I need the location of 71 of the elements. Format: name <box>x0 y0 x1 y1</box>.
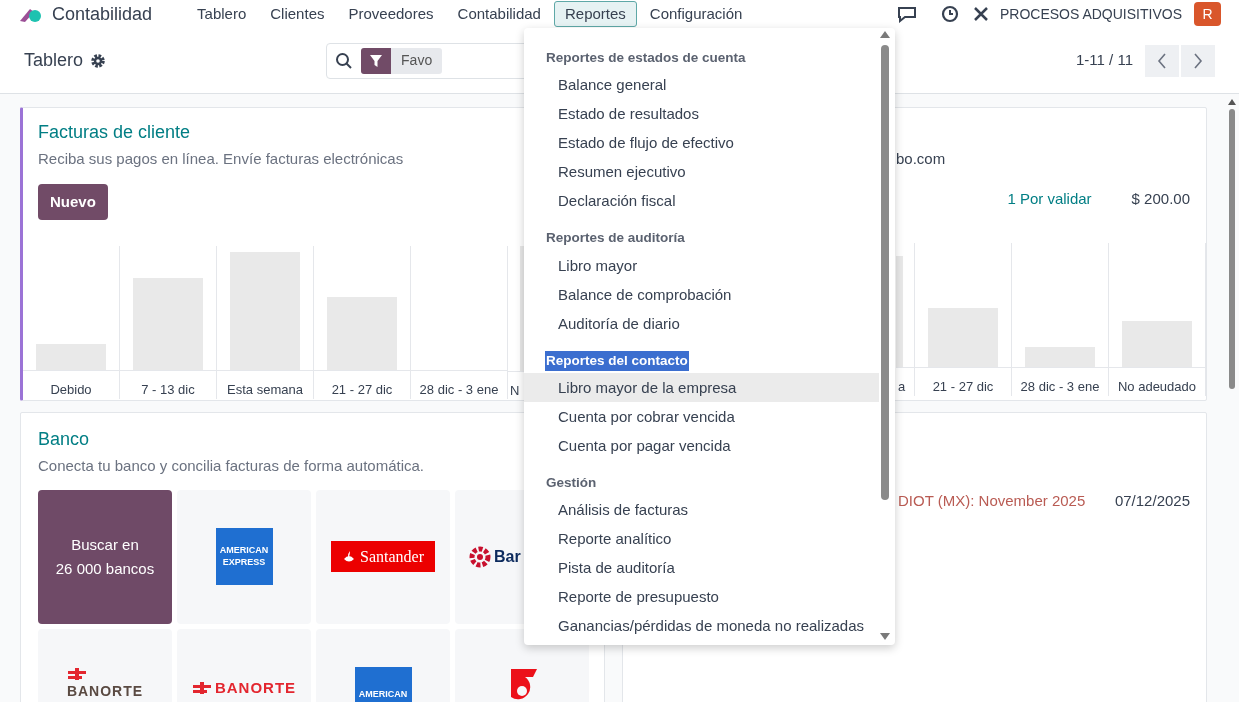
menu-item[interactable]: Libro mayor <box>524 250 879 280</box>
bank-tile[interactable]: AMERICAN <box>316 628 450 702</box>
menu-item[interactable]: Estado de flujo de efectivo <box>524 128 879 158</box>
user-avatar[interactable]: R <box>1194 2 1221 26</box>
menu-section-header: Gestión <box>545 473 598 492</box>
bank-tile[interactable]: BANORTE <box>177 628 311 702</box>
pager-value: 1-11 / 11 <box>1076 50 1133 71</box>
menu-item[interactable]: Estado de resultados <box>524 99 879 129</box>
card-text: bo.com <box>896 150 946 167</box>
bank-tile[interactable]: BANORTE <box>38 628 172 702</box>
chart-label: N <box>509 382 521 400</box>
company-name[interactable]: PROCESOS ADQUISITIVOS <box>999 3 1182 25</box>
new-button[interactable]: Nuevo <box>38 183 108 220</box>
menu-item[interactable]: Cuenta por pagar vencida <box>524 430 879 460</box>
menu-item[interactable]: Tablero <box>186 0 258 28</box>
search-facet[interactable]: Favo <box>361 47 443 74</box>
menu-item[interactable]: Clientes <box>259 0 336 28</box>
filter-icon <box>369 53 384 68</box>
bank-logo: BANORTE <box>191 676 297 699</box>
menu-item[interactable]: Configuración <box>638 0 754 28</box>
tile-text: Buscar en <box>71 535 139 556</box>
search-icon <box>335 51 354 70</box>
bank-logo: AMERICAN EXPRESS <box>215 528 273 585</box>
menu-section-header: Reportes del contacto <box>545 350 689 371</box>
chart-label: Esta semana <box>226 380 304 399</box>
card-subtitle: Reciba sus pagos en línea. Envíe facturas electrónicas <box>38 149 404 169</box>
clock-icon[interactable] <box>939 5 960 23</box>
menu-item[interactable]: Reportes <box>553 0 637 28</box>
bank-logo: Bar <box>469 544 521 569</box>
flower-icon <box>469 545 491 568</box>
card-title[interactable]: Banco <box>38 426 90 453</box>
menu-item[interactable]: Balance de comprobación <box>524 279 879 309</box>
chart-label: 7 - 13 dic <box>140 380 196 399</box>
chart-label: a <box>897 377 907 396</box>
previous-button[interactable] <box>1145 44 1179 77</box>
chevron-left-icon <box>1157 52 1167 69</box>
bank-tile[interactable]: AMERICAN EXPRESS <box>177 489 311 624</box>
bank-logo: Santander <box>331 541 435 572</box>
menu-item[interactable]: Proveedores <box>337 0 445 28</box>
tile-text: 26 000 bancos <box>55 558 155 579</box>
banorte-mark-icon <box>191 680 212 695</box>
bank-logo: AMERICAN <box>354 666 412 702</box>
chart-label: No adeudado <box>1116 377 1198 396</box>
bank-tile[interactable]: Santander <box>316 489 450 624</box>
menu-item[interactable]: Cuenta por cobrar vencida <box>524 401 879 431</box>
amount-text: $ 200.00 <box>1131 188 1190 209</box>
menu-item[interactable]: Declaración fiscal <box>524 186 879 216</box>
chart-label: 21 - 27 dic <box>330 380 394 399</box>
card-title[interactable]: Facturas de cliente <box>38 119 191 146</box>
flame-icon <box>342 549 356 564</box>
chart-label: 28 dic - 3 ene <box>1019 377 1101 396</box>
menu-item[interactable]: Resumen ejecutivo <box>524 157 879 187</box>
date-text: 07/12/2025 <box>1114 491 1190 511</box>
banorte-mark-icon <box>66 666 87 681</box>
deadline-link[interactable]: DIOT (MX): November 2025 <box>898 490 1086 513</box>
bank-search-tile[interactable]: Buscar en 26 000 bancos <box>38 489 172 624</box>
menu-item[interactable]: Auditoría de diario <box>524 308 879 338</box>
next-button[interactable] <box>1181 44 1215 77</box>
menu-section-header: Reportes de auditoría <box>545 229 686 248</box>
chart-label: 21 - 27 dic <box>931 377 995 396</box>
chart-label: 28 dic - 3 ene <box>418 380 500 399</box>
card-subtitle: Conecta tu banco y concilia facturas de forma automática. <box>38 456 425 476</box>
bank-logo: BANORTE <box>66 666 144 702</box>
chevron-right-icon <box>1193 52 1203 69</box>
gear-icon[interactable] <box>90 52 107 69</box>
page-title: Tablero <box>24 49 84 72</box>
menu-item[interactable]: Contabilidad <box>446 0 552 28</box>
app-name: Contabilidad <box>52 2 153 26</box>
pending-link[interactable]: 1 Por validar <box>1007 187 1092 210</box>
menu-item[interactable]: Libro mayor de la empresa <box>524 372 879 402</box>
chart-label: Debido <box>49 380 93 399</box>
